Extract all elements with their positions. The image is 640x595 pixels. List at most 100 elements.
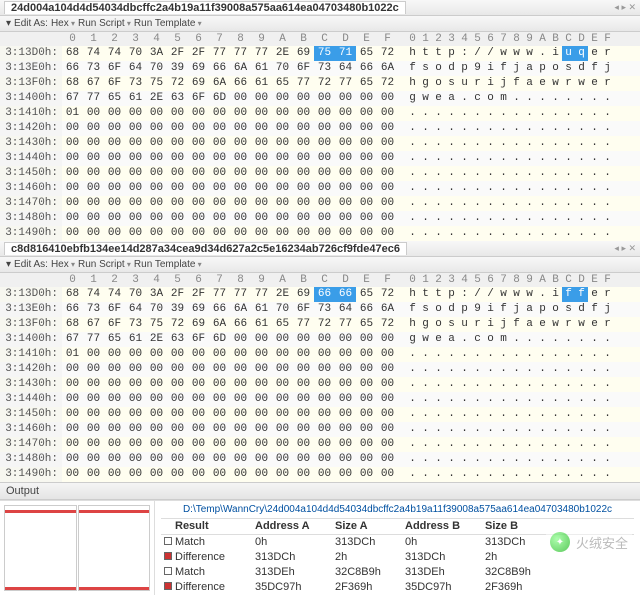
ascii-bytes[interactable]: ................: [398, 181, 640, 196]
hex-row[interactable]: 3:1460h:00000000000000000000000000000000…: [0, 181, 640, 196]
hex-row[interactable]: 3:1460h:00000000000000000000000000000000…: [0, 422, 640, 437]
hex-row[interactable]: 3:13E0h:66736F64703969666A61706F7364666A…: [0, 302, 640, 317]
col-size-a[interactable]: Size A: [335, 519, 405, 534]
hex-pane-b[interactable]: 3:13D0h:687474703A2F2F7777772E6966666572…: [0, 287, 640, 482]
ascii-bytes[interactable]: ................: [398, 362, 640, 377]
hex-row[interactable]: 3:1430h:00000000000000000000000000000000…: [0, 136, 640, 151]
hex-bytes[interactable]: 00000000000000000000000000000000: [62, 422, 398, 437]
tab-file-a[interactable]: 24d004a104d4d54034dbcffc2a4b19a11f39008a…: [4, 1, 406, 14]
ascii-bytes[interactable]: ................: [398, 422, 640, 437]
hex-row[interactable]: 3:1490h:00000000000000000000000000000000…: [0, 226, 640, 241]
ascii-bytes[interactable]: ................: [398, 166, 640, 181]
tab-controls-a[interactable]: ◂ ▸ ✕: [614, 2, 636, 13]
hex-bytes[interactable]: 687474703A2F2F7777772E6975716572: [62, 46, 398, 61]
chevron-down-icon[interactable]: ▾: [6, 18, 11, 29]
hex-bytes[interactable]: 00000000000000000000000000000000: [62, 151, 398, 166]
tab-controls-b[interactable]: ◂ ▸ ✕: [614, 243, 636, 254]
hex-bytes[interactable]: 00000000000000000000000000000000: [62, 407, 398, 422]
ascii-bytes[interactable]: ................: [398, 407, 640, 422]
hex-bytes[interactable]: 00000000000000000000000000000000: [62, 226, 398, 241]
hex-row[interactable]: 3:13D0h:687474703A2F2F7777772E6966666572…: [0, 287, 640, 302]
hex-row[interactable]: 3:13F0h:68676F737572696A6661657772776572…: [0, 76, 640, 91]
hex-row[interactable]: 3:1480h:00000000000000000000000000000000…: [0, 452, 640, 467]
hex-row[interactable]: 3:1450h:00000000000000000000000000000000…: [0, 407, 640, 422]
ascii-bytes[interactable]: ................: [398, 347, 640, 362]
hex-bytes[interactable]: 00000000000000000000000000000000: [62, 166, 398, 181]
compare-row[interactable]: Difference35DC97h2F369h35DC97h2F369h: [161, 580, 634, 595]
hex-bytes[interactable]: 677765612E636F6D0000000000000000: [62, 91, 398, 106]
ascii-bytes[interactable]: fsodp9ifjaposdfj: [398, 61, 640, 76]
col-size-b[interactable]: Size B: [485, 519, 555, 534]
hex-bytes[interactable]: 00000000000000000000000000000000: [62, 211, 398, 226]
run-template-dropdown[interactable]: Run Template: [134, 259, 202, 270]
hex-bytes[interactable]: 68676F737572696A6661657772776572: [62, 76, 398, 91]
hex-bytes[interactable]: 00000000000000000000000000000000: [62, 136, 398, 151]
col-result[interactable]: Result: [175, 519, 255, 534]
run-script-dropdown[interactable]: Run Script: [78, 259, 131, 270]
edit-as-dropdown[interactable]: Hex: [51, 18, 75, 29]
ascii-bytes[interactable]: hgosurijfaewrwer: [398, 76, 640, 91]
ascii-bytes[interactable]: ................: [398, 377, 640, 392]
hex-bytes[interactable]: 00000000000000000000000000000000: [62, 437, 398, 452]
hex-bytes[interactable]: 00000000000000000000000000000000: [62, 452, 398, 467]
hex-bytes[interactable]: 01000000000000000000000000000000: [62, 106, 398, 121]
tab-file-b[interactable]: c8d816410ebfb134ee14d287a34cea9d34d627a2…: [4, 242, 407, 255]
hex-row[interactable]: 3:1440h:00000000000000000000000000000000…: [0, 392, 640, 407]
hex-row[interactable]: 3:1470h:00000000000000000000000000000000…: [0, 437, 640, 452]
ascii-bytes[interactable]: ................: [398, 151, 640, 166]
hex-row[interactable]: 3:1490h:00000000000000000000000000000000…: [0, 467, 640, 482]
ascii-bytes[interactable]: hgosurijfaewrwer: [398, 317, 640, 332]
hex-row[interactable]: 3:1480h:00000000000000000000000000000000…: [0, 211, 640, 226]
thumbnail-b[interactable]: [78, 505, 151, 591]
hex-row[interactable]: 3:1410h:01000000000000000000000000000000…: [0, 347, 640, 362]
ascii-bytes[interactable]: ................: [398, 211, 640, 226]
hex-bytes[interactable]: 01000000000000000000000000000000: [62, 347, 398, 362]
hex-row[interactable]: 3:1470h:00000000000000000000000000000000…: [0, 196, 640, 211]
run-script-dropdown[interactable]: Run Script: [78, 18, 131, 29]
ascii-bytes[interactable]: ................: [398, 136, 640, 151]
hex-row[interactable]: 3:1440h:00000000000000000000000000000000…: [0, 151, 640, 166]
hex-bytes[interactable]: 677765612E636F6D0000000000000000: [62, 332, 398, 347]
ascii-bytes[interactable]: fsodp9ifjaposdfj: [398, 302, 640, 317]
hex-row[interactable]: 3:1430h:00000000000000000000000000000000…: [0, 377, 640, 392]
hex-bytes[interactable]: 00000000000000000000000000000000: [62, 121, 398, 136]
ascii-bytes[interactable]: ................: [398, 196, 640, 211]
ascii-bytes[interactable]: gwea.com........: [398, 91, 640, 106]
ascii-bytes[interactable]: http://www.iffer: [398, 287, 640, 302]
hex-bytes[interactable]: 66736F64703969666A61706F7364666A: [62, 302, 398, 317]
hex-bytes[interactable]: 00000000000000000000000000000000: [62, 377, 398, 392]
ascii-bytes[interactable]: ................: [398, 437, 640, 452]
run-template-dropdown[interactable]: Run Template: [134, 18, 202, 29]
ascii-bytes[interactable]: ................: [398, 106, 640, 121]
ascii-bytes[interactable]: ................: [398, 226, 640, 241]
hex-row[interactable]: 3:1410h:01000000000000000000000000000000…: [0, 106, 640, 121]
hex-bytes[interactable]: 687474703A2F2F7777772E6966666572: [62, 287, 398, 302]
ascii-bytes[interactable]: ................: [398, 392, 640, 407]
chevron-down-icon[interactable]: ▾: [6, 259, 11, 270]
hex-bytes[interactable]: 68676F737572696A6661657772776572: [62, 317, 398, 332]
output-tab[interactable]: Output: [0, 482, 640, 500]
hex-bytes[interactable]: 00000000000000000000000000000000: [62, 362, 398, 377]
hex-bytes[interactable]: 00000000000000000000000000000000: [62, 196, 398, 211]
hex-row[interactable]: 3:1400h:677765612E636F6D0000000000000000…: [0, 332, 640, 347]
hex-row[interactable]: 3:13F0h:68676F737572696A6661657772776572…: [0, 317, 640, 332]
hex-row[interactable]: 3:13D0h:687474703A2F2F7777772E6975716572…: [0, 46, 640, 61]
hex-bytes[interactable]: 00000000000000000000000000000000: [62, 181, 398, 196]
compare-row[interactable]: Match313DEh32C8B9h313DEh32C8B9h: [161, 565, 634, 580]
ascii-bytes[interactable]: http://www.iuqer: [398, 46, 640, 61]
ascii-bytes[interactable]: ................: [398, 121, 640, 136]
hex-row[interactable]: 3:1450h:00000000000000000000000000000000…: [0, 166, 640, 181]
col-addr-b[interactable]: Address B: [405, 519, 485, 534]
hex-bytes[interactable]: 66736F64703969666A61706F7364666A: [62, 61, 398, 76]
ascii-bytes[interactable]: gwea.com........: [398, 332, 640, 347]
hex-pane-a[interactable]: 3:13D0h:687474703A2F2F7777772E6975716572…: [0, 46, 640, 241]
hex-row[interactable]: 3:1400h:677765612E636F6D0000000000000000…: [0, 91, 640, 106]
thumbnail-a[interactable]: [4, 505, 77, 591]
hex-bytes[interactable]: 00000000000000000000000000000000: [62, 467, 398, 482]
edit-as-dropdown[interactable]: Hex: [51, 259, 75, 270]
hex-row[interactable]: 3:13E0h:66736F64703969666A61706F7364666A…: [0, 61, 640, 76]
hex-bytes[interactable]: 00000000000000000000000000000000: [62, 392, 398, 407]
hex-row[interactable]: 3:1420h:00000000000000000000000000000000…: [0, 362, 640, 377]
hex-row[interactable]: 3:1420h:00000000000000000000000000000000…: [0, 121, 640, 136]
col-addr-a[interactable]: Address A: [255, 519, 335, 534]
